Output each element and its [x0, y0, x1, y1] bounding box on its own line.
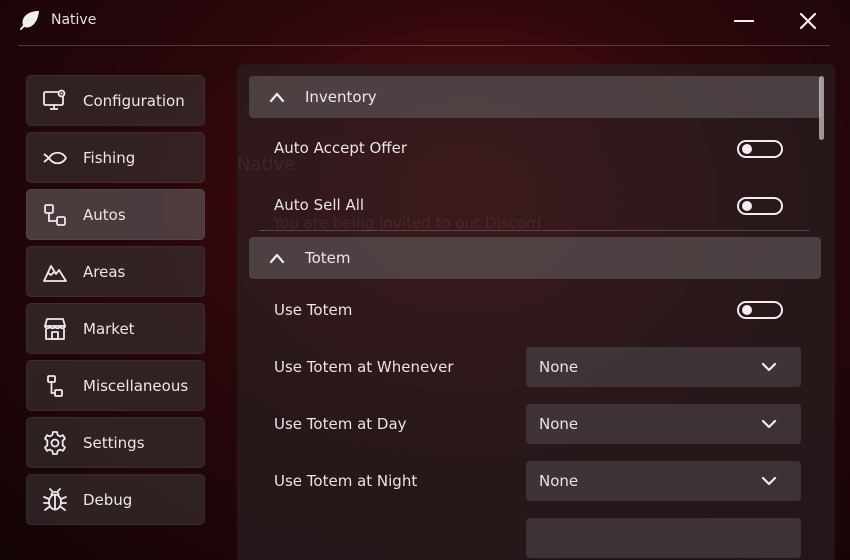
auto-accept-offer-toggle[interactable] — [737, 140, 783, 158]
sidebar-item-areas[interactable]: Areas — [26, 246, 205, 297]
toggle-knob — [742, 201, 752, 211]
auto-sell-all-toggle[interactable] — [737, 197, 783, 215]
sidebar-item-fishing[interactable]: Fishing — [26, 132, 205, 183]
auto-sell-all-label: Auto Sell All — [274, 196, 365, 214]
toggle-knob — [742, 305, 752, 315]
leaf-icon — [20, 11, 39, 30]
mountain-icon — [43, 265, 67, 282]
title-divider — [18, 45, 830, 46]
fish-icon — [43, 151, 68, 165]
select-value: None — [539, 472, 579, 490]
minimize-icon — [734, 20, 754, 22]
chevron-up-icon — [269, 253, 285, 264]
sidebar-item-label: Market — [83, 320, 135, 338]
sidebar-item-label: Fishing — [83, 149, 136, 167]
sidebar-item-label: Autos — [83, 206, 126, 224]
select-value: None — [539, 415, 579, 433]
content-scrollbar[interactable] — [819, 76, 824, 140]
content-panel: Native You are being invited to our Disc… — [237, 64, 835, 560]
use-totem-day-label: Use Totem at Day — [274, 415, 407, 433]
auto-accept-offer-label: Auto Accept Offer — [274, 139, 408, 157]
chevron-down-icon — [761, 419, 777, 429]
section-title: Totem — [305, 249, 351, 267]
chevron-down-icon — [761, 362, 777, 372]
select-value: None — [539, 358, 579, 376]
use-totem-whenever-select[interactable]: None — [526, 347, 801, 387]
background-overlay-title: Native — [237, 154, 296, 175]
use-totem-night-select[interactable]: None — [526, 461, 801, 501]
sidebar-item-settings[interactable]: Settings — [26, 417, 205, 468]
nodes-icon — [44, 204, 66, 226]
monitor-gear-icon — [43, 89, 66, 110]
sidebar-item-label: Miscellaneous — [83, 377, 189, 395]
row-divider — [259, 230, 810, 231]
store-icon — [44, 318, 66, 340]
chevron-up-icon — [269, 92, 285, 103]
section-header-inventory[interactable]: Inventory — [249, 76, 821, 118]
use-totem-toggle[interactable] — [737, 301, 783, 319]
use-totem-whenever-label: Use Totem at Whenever — [274, 358, 454, 376]
sidebar-item-label: Debug — [83, 491, 133, 509]
app-title: Native — [51, 12, 97, 28]
sidebar-item-configuration[interactable]: Configuration — [26, 75, 205, 126]
sidebar-item-label: Configuration — [83, 92, 185, 110]
use-totem-day-select[interactable]: None — [526, 404, 801, 444]
bug-icon — [43, 488, 67, 511]
sidebar-item-autos[interactable]: Autos — [26, 189, 205, 240]
use-totem-night-label: Use Totem at Night — [274, 472, 418, 490]
close-icon — [799, 12, 817, 30]
sidebar-item-market[interactable]: Market — [26, 303, 205, 354]
title-bar: Native — [0, 0, 850, 46]
sidebar-item-label: Settings — [83, 434, 145, 452]
app-window: Native Configuration Fishing Autos Areas… — [0, 0, 850, 560]
use-totem-label: Use Totem — [274, 301, 353, 319]
gear-icon — [44, 431, 66, 455]
sidebar-item-miscellaneous[interactable]: Miscellaneous — [26, 360, 205, 411]
section-title: Inventory — [305, 88, 377, 106]
chevron-down-icon — [761, 476, 777, 486]
toggle-knob — [742, 144, 752, 154]
next-row-select[interactable] — [526, 518, 801, 558]
minimize-button[interactable] — [729, 8, 759, 34]
sidebar-item-label: Areas — [83, 263, 126, 281]
close-button[interactable] — [793, 8, 823, 34]
flow-icon — [47, 375, 63, 397]
sidebar-item-debug[interactable]: Debug — [26, 474, 205, 525]
section-header-totem[interactable]: Totem — [249, 237, 821, 279]
